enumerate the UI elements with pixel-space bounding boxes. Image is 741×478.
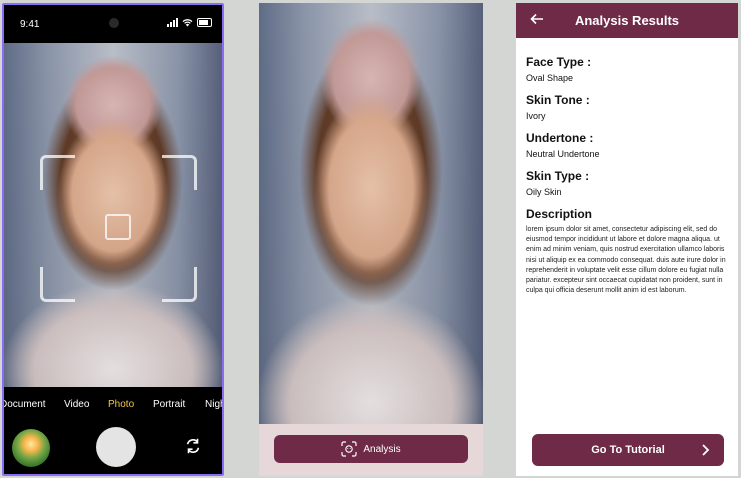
undertone-label: Undertone : (526, 131, 594, 145)
skin-tone-label: Skin Tone : (526, 93, 590, 107)
preview-screen: Analysis (259, 3, 483, 476)
tutorial-label: Go To Tutorial (591, 444, 665, 456)
front-camera-dot (109, 18, 119, 28)
description-label: Description (526, 207, 593, 221)
skin-type-value: Oily Skin (526, 187, 562, 197)
status-bar: 9:41 (4, 5, 222, 43)
analysis-button[interactable]: Analysis (274, 435, 468, 463)
results-screen: Analysis Results Face Type : Oval Shape … (516, 3, 738, 476)
camera-controls (4, 423, 222, 474)
mode-night[interactable]: Night (205, 399, 222, 410)
undertone-value: Neutral Undertone (526, 149, 600, 159)
mode-photo[interactable]: Photo (108, 399, 134, 410)
focus-square (105, 214, 131, 240)
page-title: Analysis Results (574, 13, 680, 28)
go-to-tutorial-button[interactable]: Go To Tutorial (532, 434, 724, 466)
analysis-bar: Analysis (259, 424, 483, 476)
results-header: Analysis Results (516, 3, 738, 38)
skin-type-label: Skin Type : (526, 169, 590, 183)
face-frame-corner-tr (162, 155, 197, 190)
face-frame-corner-bl (40, 267, 75, 302)
skin-tone-value: Ivory (526, 111, 546, 121)
captured-photo (259, 3, 483, 424)
battery-icon (197, 18, 212, 27)
camera-screen: 9:41 Document Video Photo Portrait Night (2, 3, 224, 476)
face-frame-corner-br (162, 267, 197, 302)
mode-document[interactable]: Document (4, 399, 46, 410)
face-scan-icon (341, 441, 357, 457)
analysis-label: Analysis (363, 443, 401, 455)
status-time: 9:41 (20, 19, 40, 30)
camera-mode-bar: Document Video Photo Portrait Night (4, 387, 222, 423)
description-text: lorem ipsum dolor sit amet, consectetur … (526, 226, 726, 295)
gallery-thumbnail[interactable] (12, 429, 50, 467)
chevron-right-icon (702, 444, 710, 456)
face-frame-corner-tl (40, 155, 75, 190)
mode-video[interactable]: Video (64, 399, 89, 410)
camera-switch-icon[interactable] (184, 437, 202, 455)
results-content: Face Type : Oval Shape Skin Tone : Ivory… (526, 55, 730, 296)
face-type-value: Oval Shape (526, 73, 574, 83)
wifi-icon (182, 19, 193, 27)
shutter-button[interactable] (96, 427, 136, 467)
mode-portrait[interactable]: Portrait (153, 399, 185, 410)
signal-icon (167, 18, 178, 27)
face-type-label: Face Type : (526, 55, 592, 69)
status-icons (167, 18, 212, 27)
